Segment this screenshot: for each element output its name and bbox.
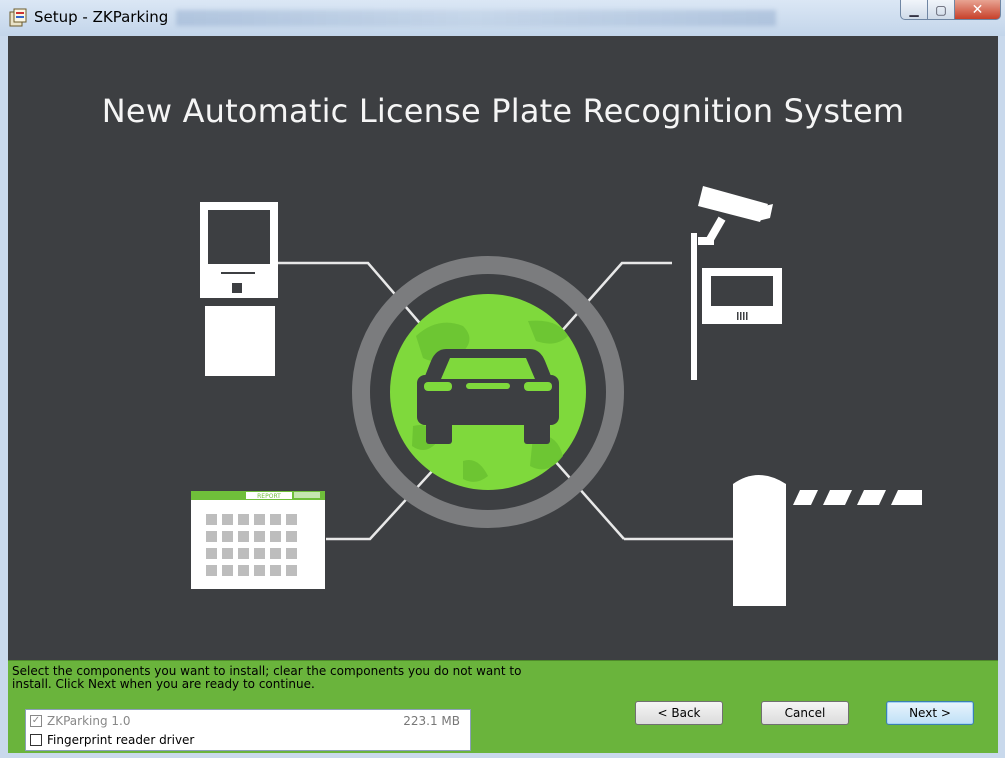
component-label: Fingerprint reader driver [47, 733, 195, 747]
component-zkparking[interactable]: ✓ ZKParking 1.0 223.1 MB [30, 712, 466, 730]
maximize-button[interactable]: ▢ [928, 0, 955, 20]
cancel-button[interactable]: Cancel [761, 701, 849, 725]
maximize-icon: ▢ [935, 2, 947, 17]
instruction-text: Select the components you want to instal… [12, 665, 572, 691]
component-fingerprint-driver[interactable]: Fingerprint reader driver [30, 731, 194, 749]
window-title: Setup - ZKParking [34, 8, 169, 26]
component-list[interactable]: ✓ ZKParking 1.0 223.1 MB Fingerprint rea… [25, 709, 471, 751]
minimize-icon: ▁ [909, 2, 919, 17]
camera-pole-icon [691, 186, 782, 380]
report-label: REPORT [257, 493, 281, 500]
components-panel: Select the components you want to instal… [8, 660, 998, 753]
report-calendar-icon: REPORT [191, 491, 325, 589]
instruction-line-2: install. Click Next when you are ready t… [12, 677, 315, 691]
setup-window: Setup - ZKParking ▁ ▢ ✕ REPORT New Autom… [0, 0, 1005, 758]
close-icon: ✕ [971, 1, 984, 18]
setup-app-icon [9, 8, 27, 27]
barrier-gate-icon [733, 475, 922, 606]
component-size: 223.1 MB [403, 714, 460, 728]
checkbox-unchecked[interactable] [30, 734, 42, 746]
next-button[interactable]: Next > [886, 701, 974, 725]
checkbox-checked-disabled[interactable]: ✓ [30, 715, 42, 727]
minimize-button[interactable]: ▁ [900, 0, 928, 20]
kiosk-icon [200, 202, 278, 376]
back-button[interactable]: < Back [635, 701, 723, 725]
banner-title: New Automatic License Plate Recognition … [101, 92, 905, 130]
banner-image: REPORT New Automatic License Plate Recog… [8, 36, 998, 660]
background-taskbar-blur [176, 10, 776, 26]
title-bar[interactable]: Setup - ZKParking ▁ ▢ ✕ [0, 0, 1005, 36]
close-button[interactable]: ✕ [955, 0, 1001, 20]
window-controls: ▁ ▢ ✕ [900, 0, 1001, 20]
component-label: ZKParking 1.0 [47, 714, 131, 728]
car-windshield [441, 358, 535, 379]
